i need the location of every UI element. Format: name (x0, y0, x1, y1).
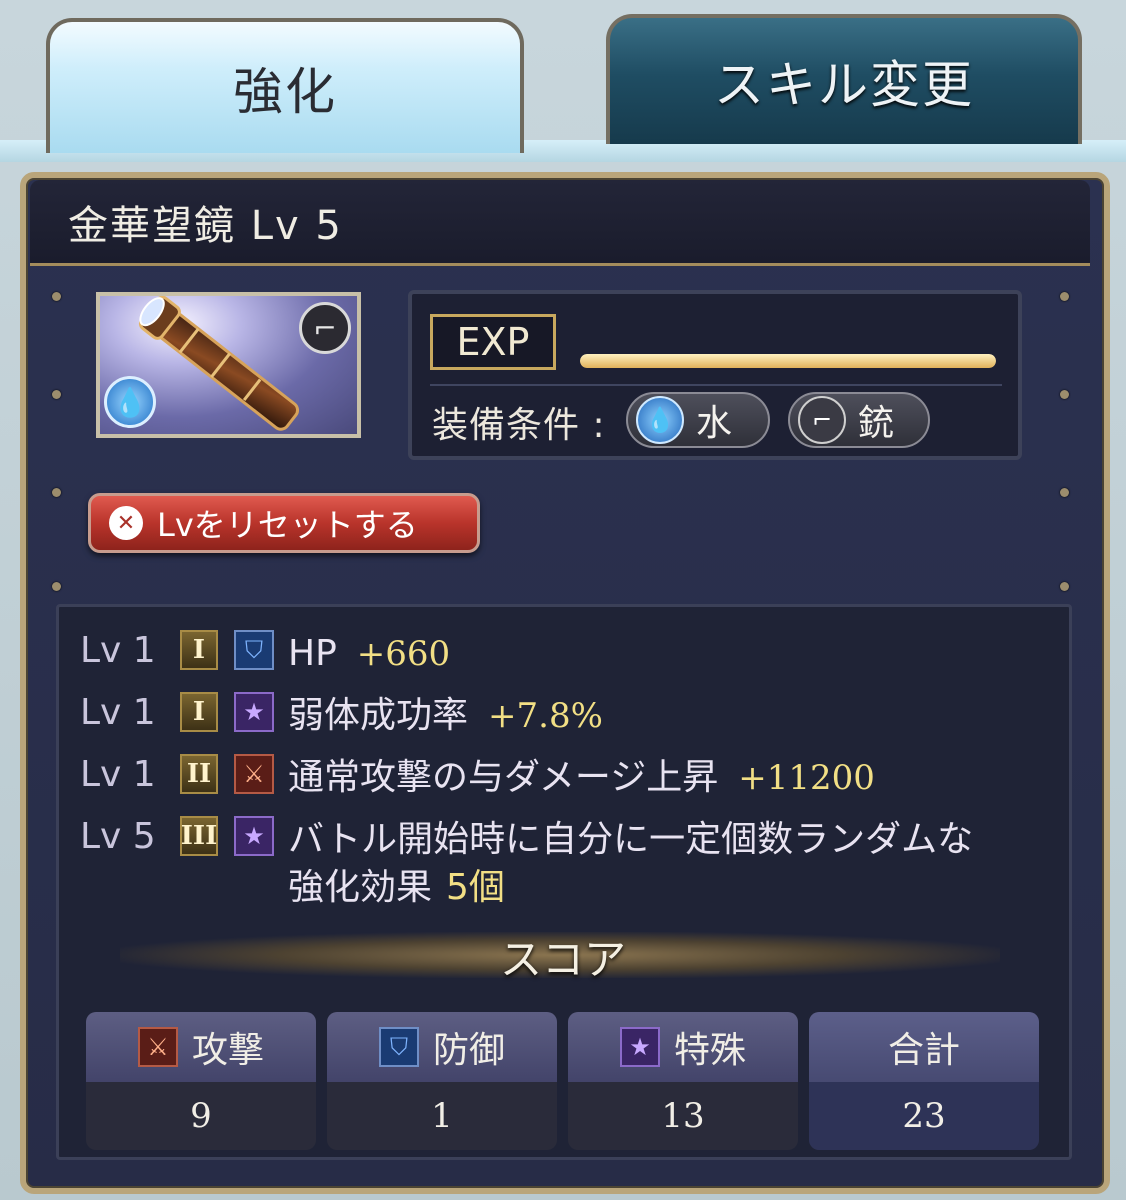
shield-icon: ⛉ (378, 1027, 419, 1067)
weapon-title: 金華望鏡 Lv 5 (30, 180, 1090, 266)
rivet (1060, 488, 1069, 497)
skill-value: +660 (356, 634, 451, 674)
equip-weapon-type-pill: ⌐ 銃 (788, 392, 930, 448)
skill-row[interactable]: Lv 1 II ⚔ 通常攻撃の与ダメージ上昇 +11200 (80, 754, 875, 802)
water-element-icon: 💧 (636, 396, 684, 444)
score-attack: ⚔ 攻撃 9 (86, 1012, 316, 1150)
score-label: 防御 (432, 1030, 505, 1071)
exp-bar (580, 354, 996, 368)
equip-weapon-type-label: 銃 (858, 403, 895, 444)
skill-row[interactable]: Lv 5 III ★ バトル開始時に自分に一定個数ランダムな 強化効果 5個 (80, 816, 973, 912)
skill-tier-badge: II (180, 754, 218, 794)
score-value: 1 (431, 1096, 453, 1136)
skill-name: 弱体成功率 (288, 695, 469, 736)
reset-level-button[interactable]: ✕ Lvをリセットする (88, 493, 480, 553)
tab-enhance[interactable]: 強化 (46, 18, 524, 153)
rivet (52, 582, 61, 591)
skill-name-cont: 強化効果 (288, 867, 433, 908)
score-label: 攻撃 (191, 1030, 264, 1071)
equip-condition-label: 装備条件 : (432, 405, 606, 446)
rivet (1060, 390, 1069, 399)
score-title: スコア (499, 935, 626, 984)
rivet (1060, 292, 1069, 301)
star-icon: ★ (619, 1027, 660, 1067)
skill-row[interactable]: Lv 1 I ⛉ HP +660 (80, 630, 450, 678)
skill-name-line2: 強化効果 5個 (288, 864, 973, 912)
equip-element-label: 水 (696, 403, 733, 444)
weapon-image[interactable]: ⌐ 💧 (96, 292, 361, 438)
skill-name: 通常攻撃の与ダメージ上昇 (288, 757, 719, 798)
skill-tier-badge: III (180, 816, 218, 856)
skill-value: +7.8% (488, 696, 603, 736)
score-total: 合計 23 (809, 1012, 1039, 1150)
close-icon: ✕ (109, 506, 143, 540)
exp-label: EXP (430, 314, 556, 370)
gun-icon: ⌐ (798, 396, 846, 444)
score-label: 合計 (887, 1030, 960, 1071)
skill-level: Lv 5 (80, 816, 156, 857)
divider (430, 384, 1002, 386)
skill-name: バトル開始時に自分に一定個数ランダムな (288, 819, 974, 860)
crossed-swords-icon: ⚔ (137, 1027, 178, 1067)
skill-name: HP (288, 633, 337, 674)
crossed-swords-icon: ⚔ (234, 754, 274, 794)
rivet (52, 488, 61, 497)
equip-element-pill: 💧 水 (626, 392, 770, 448)
score-value: 13 (661, 1096, 705, 1136)
star-icon: ★ (234, 692, 274, 732)
gun-icon: ⌐ (299, 302, 351, 354)
exp-bar-fill (580, 354, 996, 368)
skill-level: Lv 1 (80, 692, 156, 733)
score-label: 特殊 (673, 1030, 746, 1071)
score-defense: ⛉ 防御 1 (327, 1012, 557, 1150)
skill-text: バトル開始時に自分に一定個数ランダムな 強化効果 5個 (288, 816, 973, 912)
score-special: ★ 特殊 13 (568, 1012, 798, 1150)
skill-value: 5個 (446, 867, 505, 908)
score-value: 23 (809, 1082, 1039, 1150)
skill-tier-badge: I (180, 630, 218, 670)
skill-level: Lv 1 (80, 630, 156, 671)
rivet (52, 292, 61, 301)
rivet (52, 390, 61, 399)
water-element-icon: 💧 (104, 376, 156, 428)
skill-row[interactable]: Lv 1 I ★ 弱体成功率 +7.8% (80, 692, 603, 740)
skill-value: +11200 (738, 758, 875, 798)
score-value: 9 (190, 1096, 212, 1136)
tab-skill-change[interactable]: スキル変更 (606, 14, 1082, 144)
shield-icon: ⛉ (234, 630, 274, 670)
skill-tier-badge: I (180, 692, 218, 732)
rivet (1060, 582, 1069, 591)
skill-level: Lv 1 (80, 754, 156, 795)
star-icon: ★ (234, 816, 274, 856)
reset-level-label: Lvをリセットする (157, 506, 418, 544)
